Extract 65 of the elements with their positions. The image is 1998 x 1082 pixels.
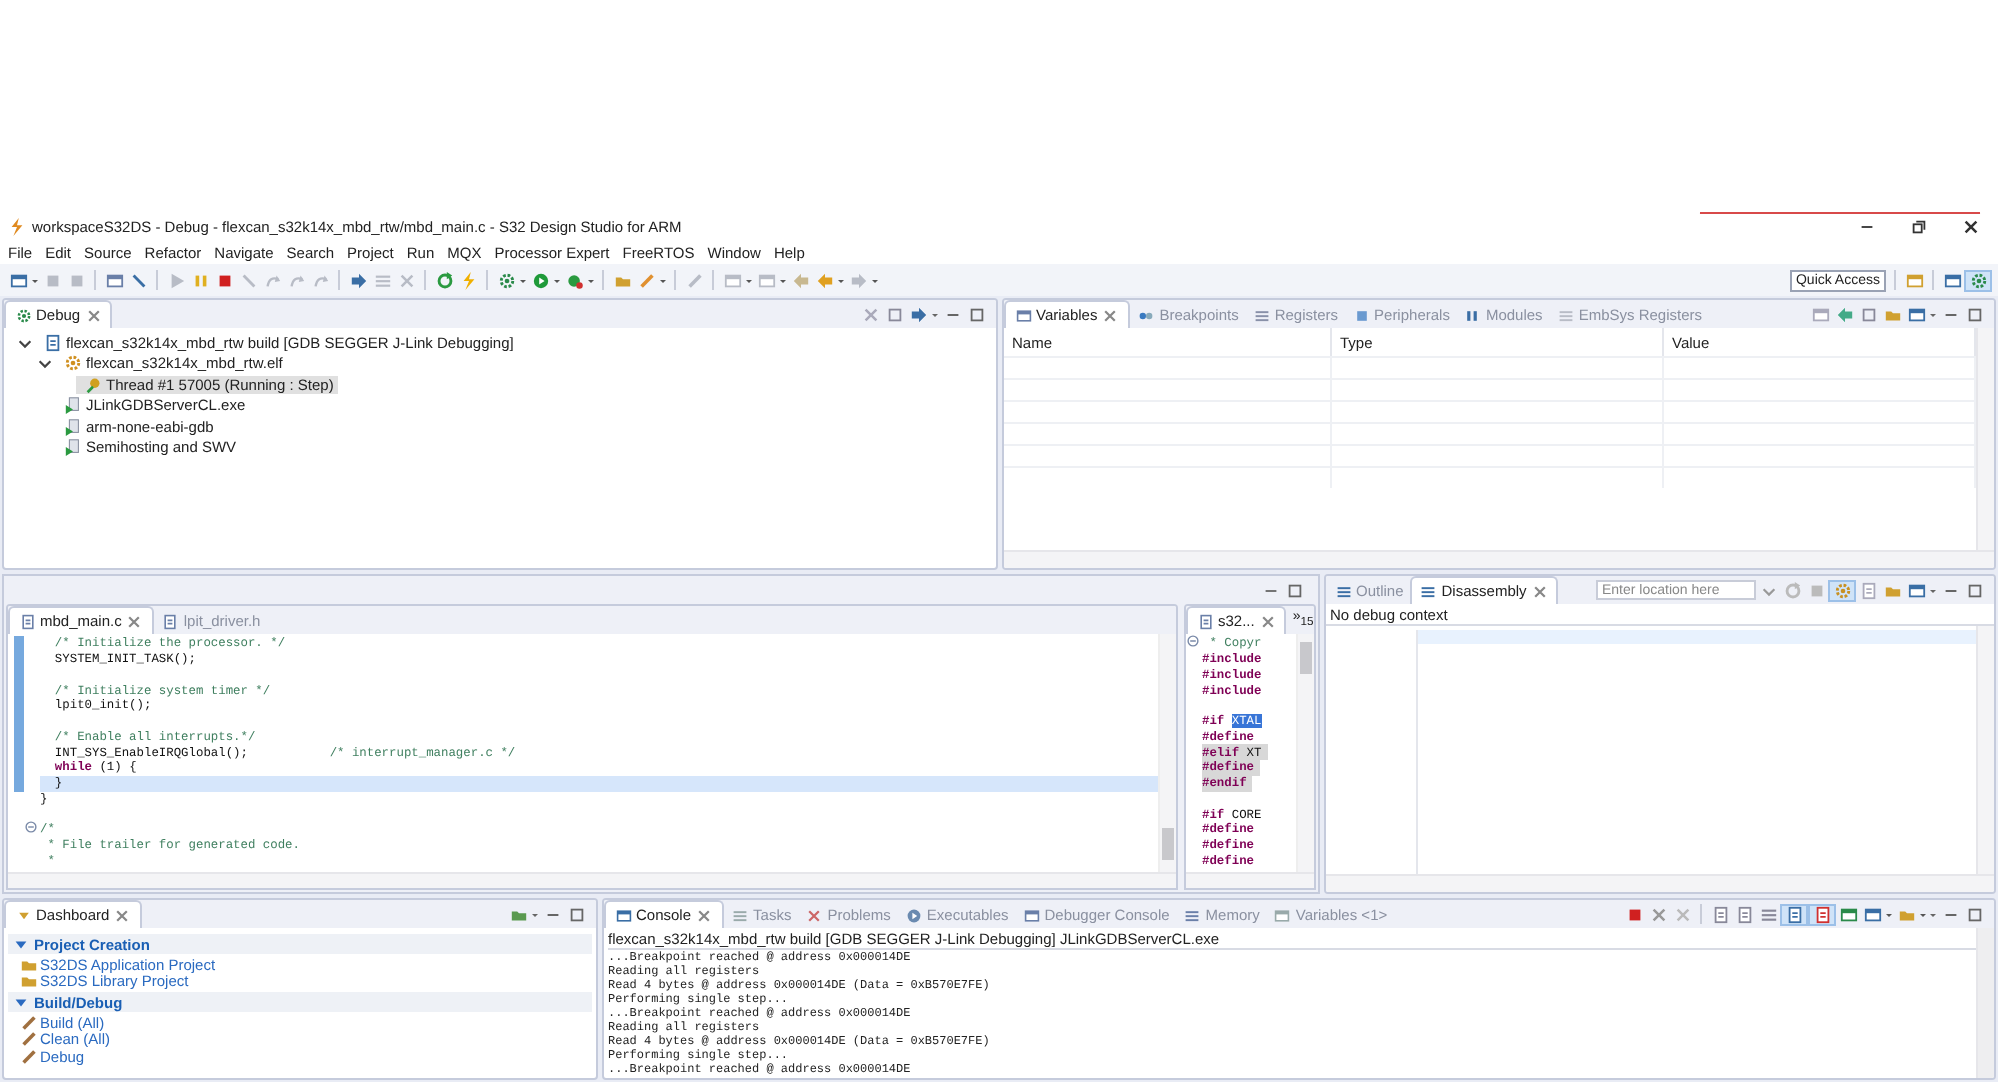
window-icon[interactable] bbox=[1943, 271, 1961, 289]
scrollbar[interactable] bbox=[1296, 634, 1314, 872]
folder-icon[interactable] bbox=[1883, 305, 1901, 323]
fold-icon[interactable] bbox=[1186, 634, 1200, 649]
folder-icon[interactable] bbox=[1883, 581, 1901, 599]
scrollbar[interactable] bbox=[8, 872, 1176, 888]
window-icon[interactable] bbox=[9, 271, 27, 289]
play-circle-icon[interactable] bbox=[531, 271, 549, 289]
window-icon bbox=[1023, 907, 1040, 923]
gear-icon[interactable] bbox=[497, 271, 515, 289]
c-file-icon bbox=[19, 613, 35, 629]
maximize-icon[interactable] bbox=[1285, 581, 1303, 599]
pause-icon[interactable] bbox=[191, 271, 209, 289]
window-icon[interactable] bbox=[1907, 305, 1925, 323]
gear-icon bbox=[63, 354, 81, 373]
bars-icon bbox=[1253, 307, 1270, 323]
maximize-icon[interactable] bbox=[567, 905, 585, 923]
scrollbar[interactable] bbox=[1976, 928, 1994, 1078]
play-circle-icon bbox=[905, 907, 922, 923]
window-icon[interactable] bbox=[1905, 271, 1923, 289]
arrow-right-icon[interactable] bbox=[349, 271, 367, 289]
window-icon[interactable] bbox=[1839, 905, 1857, 923]
maximize-icon[interactable] bbox=[1965, 905, 1983, 923]
close-icon[interactable] bbox=[1961, 218, 1979, 236]
scrollbar[interactable] bbox=[1186, 872, 1314, 888]
folder-icon[interactable] bbox=[613, 271, 631, 289]
scrollbar[interactable] bbox=[1976, 328, 1994, 550]
lines-icon[interactable] bbox=[1759, 905, 1777, 923]
arrow-left-icon[interactable] bbox=[1835, 305, 1853, 323]
window-icon[interactable] bbox=[105, 271, 123, 289]
restore-icon[interactable] bbox=[1909, 218, 1927, 236]
x-icon bbox=[806, 907, 823, 923]
scrollbar[interactable] bbox=[1976, 626, 1994, 874]
restart-icon[interactable] bbox=[435, 271, 453, 289]
process-icon bbox=[63, 396, 81, 415]
dot-icon bbox=[1138, 307, 1155, 323]
process-icon bbox=[63, 417, 81, 436]
document-icon[interactable] bbox=[1859, 581, 1877, 599]
arrow-right-icon[interactable] bbox=[909, 305, 927, 323]
folder-icon[interactable] bbox=[509, 905, 527, 923]
scrollbar[interactable] bbox=[1004, 550, 1994, 568]
lines-icon bbox=[1420, 583, 1437, 599]
triangle-down-icon bbox=[11, 935, 29, 953]
maximize-icon[interactable] bbox=[1965, 305, 1983, 323]
stop-icon[interactable] bbox=[1625, 905, 1643, 923]
c-file-icon bbox=[1197, 613, 1213, 629]
fold-icon[interactable] bbox=[24, 820, 38, 835]
c-file-icon bbox=[162, 613, 179, 629]
scrollbar[interactable] bbox=[1158, 634, 1176, 872]
window-icon[interactable] bbox=[1811, 305, 1829, 323]
thread-icon bbox=[83, 375, 101, 394]
window-icon[interactable] bbox=[1907, 581, 1925, 599]
maximize-icon[interactable] bbox=[967, 305, 985, 323]
document-icon bbox=[43, 333, 61, 352]
bars-icon bbox=[1557, 307, 1574, 323]
triangle-down-icon bbox=[11, 993, 29, 1011]
document-icon[interactable] bbox=[1735, 905, 1753, 923]
process-icon bbox=[63, 438, 81, 457]
slash-icon[interactable] bbox=[129, 271, 147, 289]
app-icon bbox=[7, 218, 25, 236]
maximize-icon[interactable] bbox=[1965, 581, 1983, 599]
bars-icon bbox=[1464, 307, 1481, 323]
stop-icon[interactable] bbox=[215, 271, 233, 289]
scrollbar[interactable] bbox=[1326, 874, 1994, 892]
document-icon[interactable] bbox=[1711, 905, 1729, 923]
